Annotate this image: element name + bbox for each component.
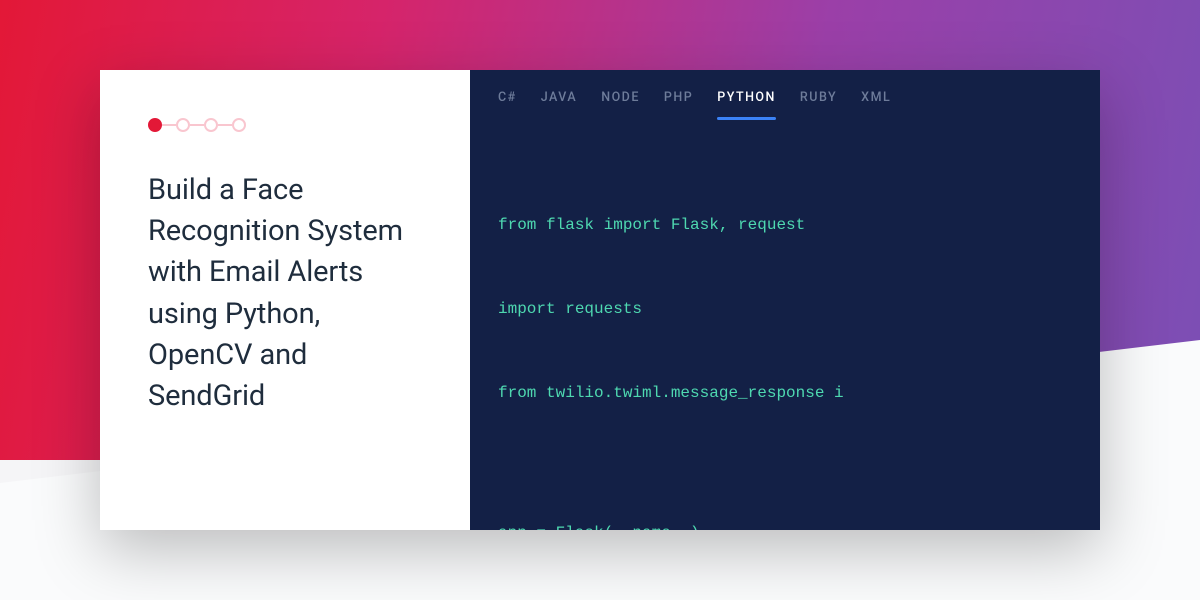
step-connector	[190, 124, 204, 126]
language-tabs: C# JAVA NODE PHP PYTHON RUBY XML	[470, 70, 1100, 119]
step-dot-2[interactable]	[176, 118, 190, 132]
card-left-panel: Build a Face Recognition System with Ema…	[100, 70, 470, 530]
page-title: Build a Face Recognition System with Ema…	[148, 170, 430, 417]
stepper	[148, 118, 430, 132]
code-line: app = Flask(__name__)	[498, 519, 1072, 530]
code-line: import requests	[498, 295, 1072, 323]
tab-node[interactable]: NODE	[601, 90, 640, 119]
code-editor: from flask import Flask, request import …	[470, 119, 1100, 530]
tab-ruby[interactable]: RUBY	[800, 90, 837, 119]
step-dot-4[interactable]	[232, 118, 246, 132]
step-dot-3[interactable]	[204, 118, 218, 132]
tutorial-card: Build a Face Recognition System with Ema…	[100, 70, 1100, 530]
tab-python[interactable]: PYTHON	[717, 90, 776, 119]
code-line: from flask import Flask, request	[498, 211, 1072, 239]
step-connector	[162, 124, 176, 126]
tab-php[interactable]: PHP	[664, 90, 693, 119]
tab-xml[interactable]: XML	[861, 90, 891, 119]
step-connector	[218, 124, 232, 126]
step-dot-1[interactable]	[148, 118, 162, 132]
tab-csharp[interactable]: C#	[498, 90, 517, 119]
code-line: from twilio.twiml.message_response i	[498, 379, 1072, 407]
code-panel: C# JAVA NODE PHP PYTHON RUBY XML from fl…	[470, 70, 1100, 530]
tab-java[interactable]: JAVA	[541, 90, 578, 119]
